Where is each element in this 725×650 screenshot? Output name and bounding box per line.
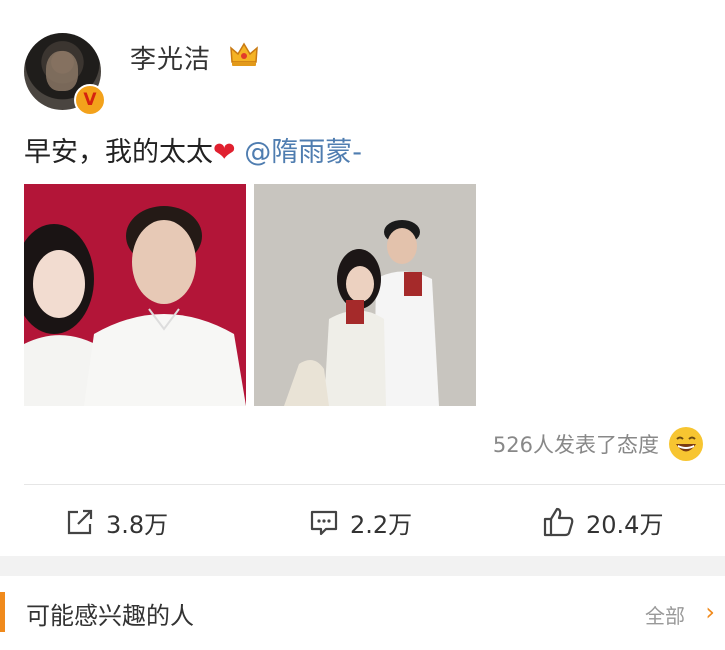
- like-button[interactable]: 20.4万: [542, 490, 663, 554]
- reaction-text: 526人发表了态度: [492, 433, 659, 457]
- share-count: 3.8万: [106, 510, 169, 539]
- post-photo-1[interactable]: [24, 184, 246, 406]
- recommended-people-header: 可能感兴趣的人 全部 ›: [0, 576, 725, 650]
- chevron-right-icon[interactable]: ›: [705, 598, 715, 626]
- thumbs-up-icon: [543, 507, 574, 537]
- share-icon: [67, 509, 93, 535]
- divider: [24, 484, 725, 485]
- see-all-link[interactable]: 全部: [645, 600, 685, 629]
- comment-icon: [310, 510, 338, 536]
- section-title: 可能感兴趣的人: [26, 602, 194, 630]
- comment-button[interactable]: 2.2万: [308, 490, 412, 554]
- post-text: 早安，我的太太❤ @隋雨蒙-: [24, 130, 362, 169]
- action-bar: 3.8万 2.2万 20.4万: [0, 490, 725, 554]
- share-button[interactable]: 3.8万: [64, 490, 168, 554]
- username[interactable]: 李光洁: [130, 39, 211, 76]
- avatar-face: [46, 51, 78, 91]
- laughing-emoji-icon: [669, 427, 703, 461]
- accent-bar: [0, 592, 5, 632]
- comment-count: 2.2万: [350, 510, 413, 539]
- reaction-summary[interactable]: 526人发表了态度: [493, 426, 703, 462]
- mention-link[interactable]: @隋雨蒙-: [244, 137, 362, 168]
- post-photo-2[interactable]: [254, 184, 476, 406]
- section-gap: [0, 556, 725, 576]
- photo-1-illustration: [24, 184, 246, 406]
- weibo-post: V 李光洁 早安，我的太太❤ @隋雨蒙- 526人发表了态度 3.8万 2.2万…: [0, 0, 725, 556]
- photo-2-illustration: [254, 184, 476, 406]
- like-count: 20.4万: [586, 510, 664, 539]
- heart-emoji: ❤: [213, 137, 236, 168]
- post-body: 早安，我的太太: [24, 137, 213, 168]
- verified-badge-icon: V: [74, 84, 106, 116]
- crown-icon: [230, 42, 258, 66]
